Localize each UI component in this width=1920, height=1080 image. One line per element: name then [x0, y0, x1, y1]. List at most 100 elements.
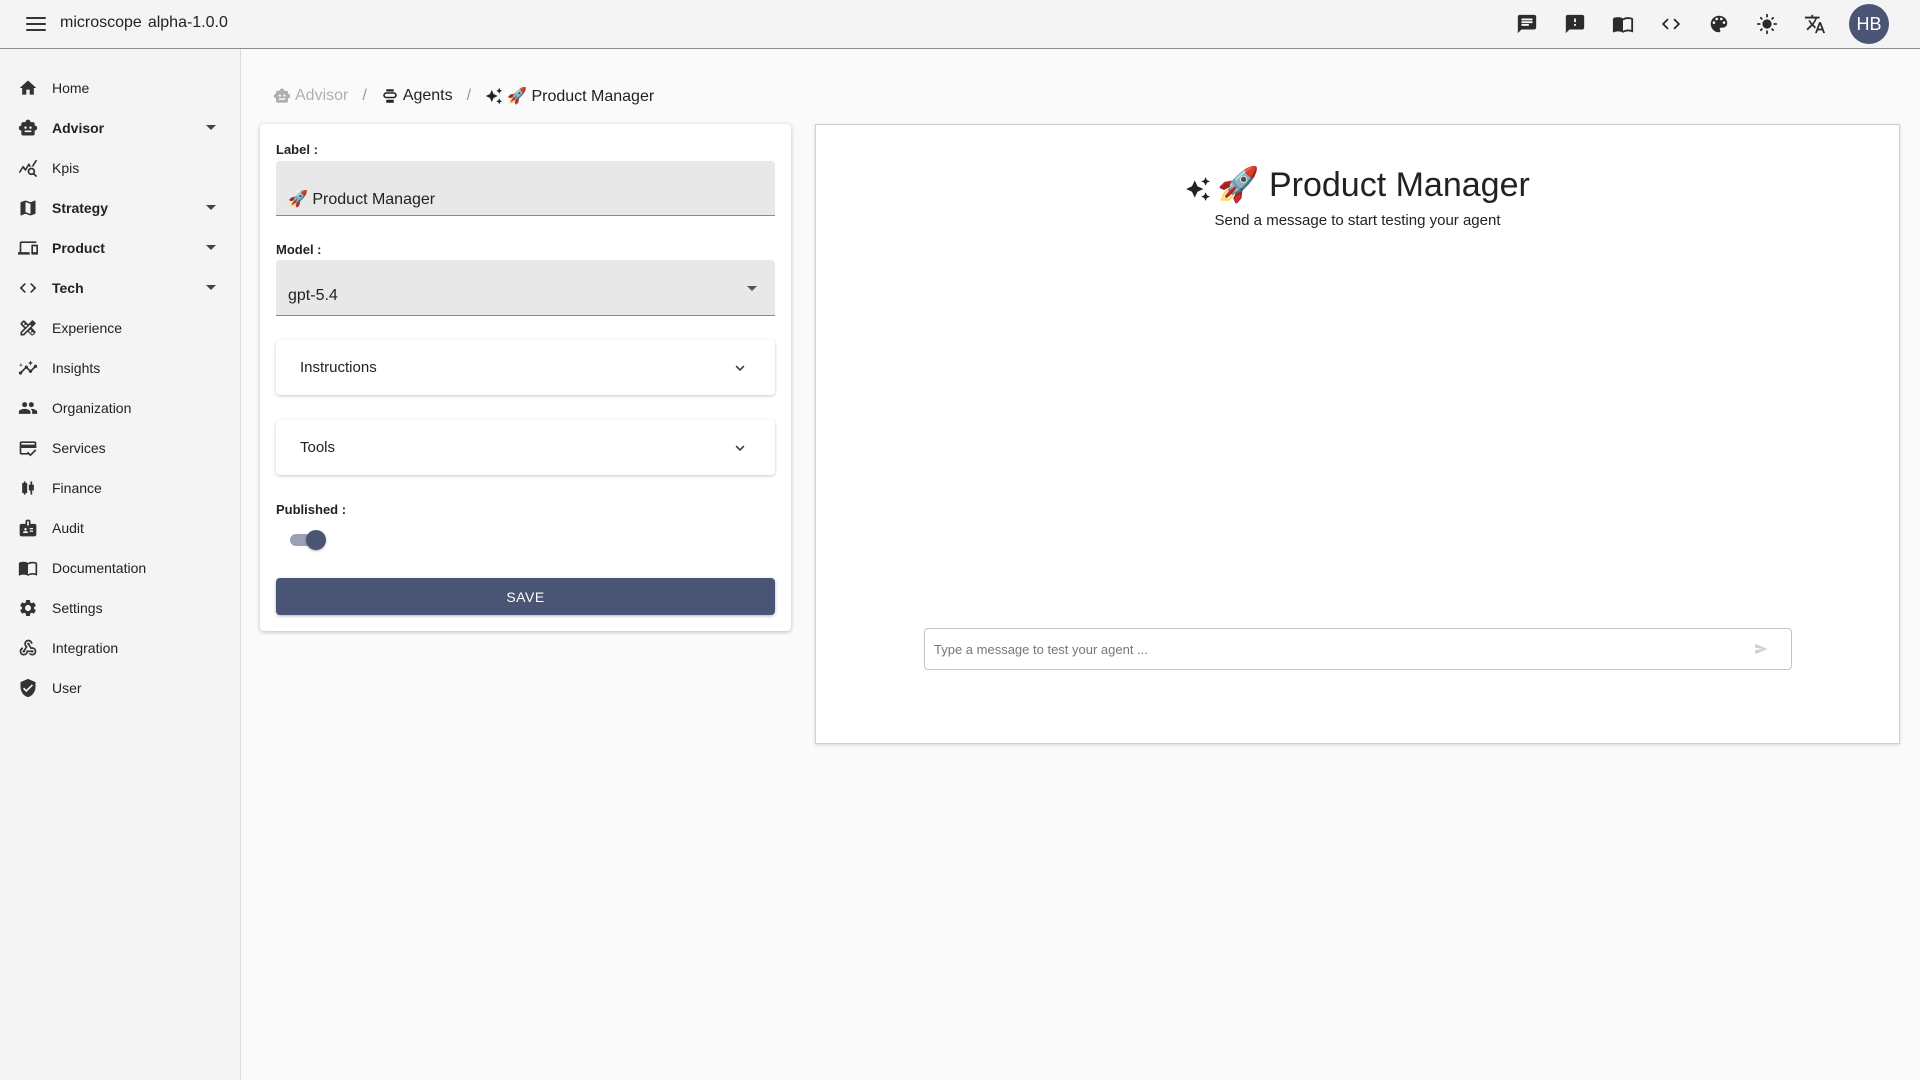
- chevron-down-icon: [731, 439, 749, 457]
- sidebar-item-insights[interactable]: Insights: [0, 348, 240, 388]
- query-stats-icon: [17, 157, 39, 179]
- sidebar-item-finance[interactable]: Finance: [0, 468, 240, 508]
- breadcrumb: Advisor / Agents / 🚀 Product Manager: [273, 84, 654, 108]
- devices-icon: [17, 237, 39, 259]
- label-field-label: Label :: [276, 142, 318, 157]
- tools-accordion[interactable]: Tools: [276, 420, 775, 475]
- chat-title-text: 🚀 Product Manager: [1217, 166, 1530, 204]
- chat-icon[interactable]: [1511, 8, 1543, 40]
- book-icon: [17, 557, 39, 579]
- app-version: alpha-1.0.0: [147, 14, 228, 31]
- save-button[interactable]: SAVE: [276, 578, 775, 615]
- sidebar-item-label: Finance: [52, 480, 102, 496]
- dropdown-arrow-icon: [747, 286, 757, 291]
- sidebar-item-organization[interactable]: Organization: [0, 388, 240, 428]
- code-icon: [17, 277, 39, 299]
- chevron-down-icon: [731, 359, 749, 377]
- top-app-bar: microscope alpha-1.0.0 HB: [0, 0, 1920, 49]
- people-icon: [17, 397, 39, 419]
- sidebar-item-label: Services: [52, 440, 106, 456]
- breadcrumb-advisor-label: Advisor: [295, 87, 349, 104]
- caret-down-icon: [206, 245, 216, 250]
- feedback-icon[interactable]: [1559, 8, 1591, 40]
- sidebar-item-label: Home: [52, 80, 90, 96]
- sidebar-item-label: Product: [52, 240, 105, 256]
- sidebar-item-home[interactable]: Home: [0, 68, 240, 108]
- sidebar-item-label: User: [52, 680, 82, 696]
- breadcrumb-current: 🚀 Product Manager: [485, 86, 654, 106]
- sidebar-item-label: Tech: [52, 280, 84, 296]
- sidebar-item-product[interactable]: Product: [0, 228, 240, 268]
- caret-down-icon: [206, 285, 216, 290]
- sidebar-item-kpis[interactable]: Kpis: [0, 148, 240, 188]
- breadcrumb-agents-label: Agents: [402, 87, 453, 104]
- breadcrumb-current-label: 🚀 Product Manager: [507, 88, 655, 105]
- services-icon: [17, 437, 39, 459]
- sparkle-icon: [1185, 172, 1211, 201]
- breadcrumb-separator: /: [466, 87, 472, 104]
- instructions-accordion-label: Instructions: [300, 359, 377, 376]
- candlestick-icon: [17, 477, 39, 499]
- agent-test-chat-panel: 🚀 Product Manager Send a message to star…: [815, 124, 1900, 744]
- sidebar-item-integration[interactable]: Integration: [0, 628, 240, 668]
- design-tools-icon: [17, 317, 39, 339]
- sidebar-item-settings[interactable]: Settings: [0, 588, 240, 628]
- app-title: microscope alpha-1.0.0: [60, 14, 228, 32]
- sidebar-item-tech[interactable]: Tech: [0, 268, 240, 308]
- sidebar-item-label: Integration: [52, 640, 119, 656]
- toggle-thumb: [306, 530, 326, 550]
- agent-form-card: Label : 🚀 Product Manager Model : gpt-5.…: [260, 124, 791, 631]
- sidebar-item-strategy[interactable]: Strategy: [0, 188, 240, 228]
- tools-accordion-label: Tools: [300, 439, 336, 456]
- agent-icon: [383, 89, 397, 103]
- model-field-label: Model :: [276, 242, 322, 257]
- sidebar-item-label: Audit: [52, 520, 84, 536]
- sidebar-item-label: Documentation: [52, 560, 147, 576]
- label-input[interactable]: 🚀 Product Manager: [276, 161, 775, 216]
- label-input-value: 🚀 Product Manager: [288, 191, 436, 208]
- book-icon[interactable]: [1607, 8, 1639, 40]
- breadcrumb-advisor[interactable]: Advisor: [273, 87, 348, 105]
- sidebar-item-label: Kpis: [52, 160, 80, 176]
- caret-down-icon: [206, 205, 216, 210]
- sidebar-item-label: Experience: [52, 320, 123, 336]
- model-select-value: gpt-5.4: [288, 286, 338, 304]
- shield-icon: [17, 677, 39, 699]
- menu-icon[interactable]: [24, 14, 48, 34]
- sidebar-item-audit[interactable]: Audit: [0, 508, 240, 548]
- sidebar-item-label: Strategy: [52, 200, 109, 216]
- breadcrumb-agents[interactable]: Agents: [381, 87, 453, 105]
- audit-icon: [17, 517, 39, 539]
- sidebar-item-documentation[interactable]: Documentation: [0, 548, 240, 588]
- send-icon[interactable]: [1753, 642, 1769, 656]
- chat-title: 🚀 Product Manager: [816, 165, 1899, 205]
- app-name: microscope: [60, 14, 142, 31]
- insights-icon: [17, 357, 39, 379]
- code-icon[interactable]: [1655, 8, 1687, 40]
- sidebar: Home Advisor Kpis Strategy Product Tech …: [0, 49, 241, 1080]
- chat-message-input[interactable]: [925, 629, 1745, 669]
- palette-icon[interactable]: [1703, 8, 1735, 40]
- chat-subtitle: Send a message to start testing your age…: [1214, 212, 1501, 229]
- sidebar-item-services[interactable]: Services: [0, 428, 240, 468]
- sparkle-icon: [485, 87, 503, 105]
- map-icon: [17, 197, 39, 219]
- light-mode-icon[interactable]: [1751, 8, 1783, 40]
- sidebar-item-user[interactable]: User: [0, 668, 240, 708]
- model-select[interactable]: gpt-5.4: [276, 260, 775, 316]
- published-field-label: Published :: [276, 502, 347, 517]
- breadcrumb-separator: /: [362, 87, 367, 104]
- user-avatar[interactable]: HB: [1849, 4, 1889, 44]
- top-actions: HB: [1511, 0, 1920, 48]
- sidebar-item-label: Organization: [52, 400, 132, 416]
- sidebar-item-label: Advisor: [52, 120, 105, 136]
- sidebar-item-label: Insights: [52, 360, 101, 376]
- translate-icon[interactable]: [1799, 8, 1831, 40]
- chat-input-box: [924, 628, 1792, 670]
- sidebar-item-advisor[interactable]: Advisor: [0, 108, 240, 148]
- caret-down-icon: [206, 125, 216, 130]
- gear-icon: [17, 597, 39, 619]
- sidebar-item-experience[interactable]: Experience: [0, 308, 240, 348]
- instructions-accordion[interactable]: Instructions: [276, 340, 775, 395]
- published-toggle[interactable]: [288, 528, 328, 552]
